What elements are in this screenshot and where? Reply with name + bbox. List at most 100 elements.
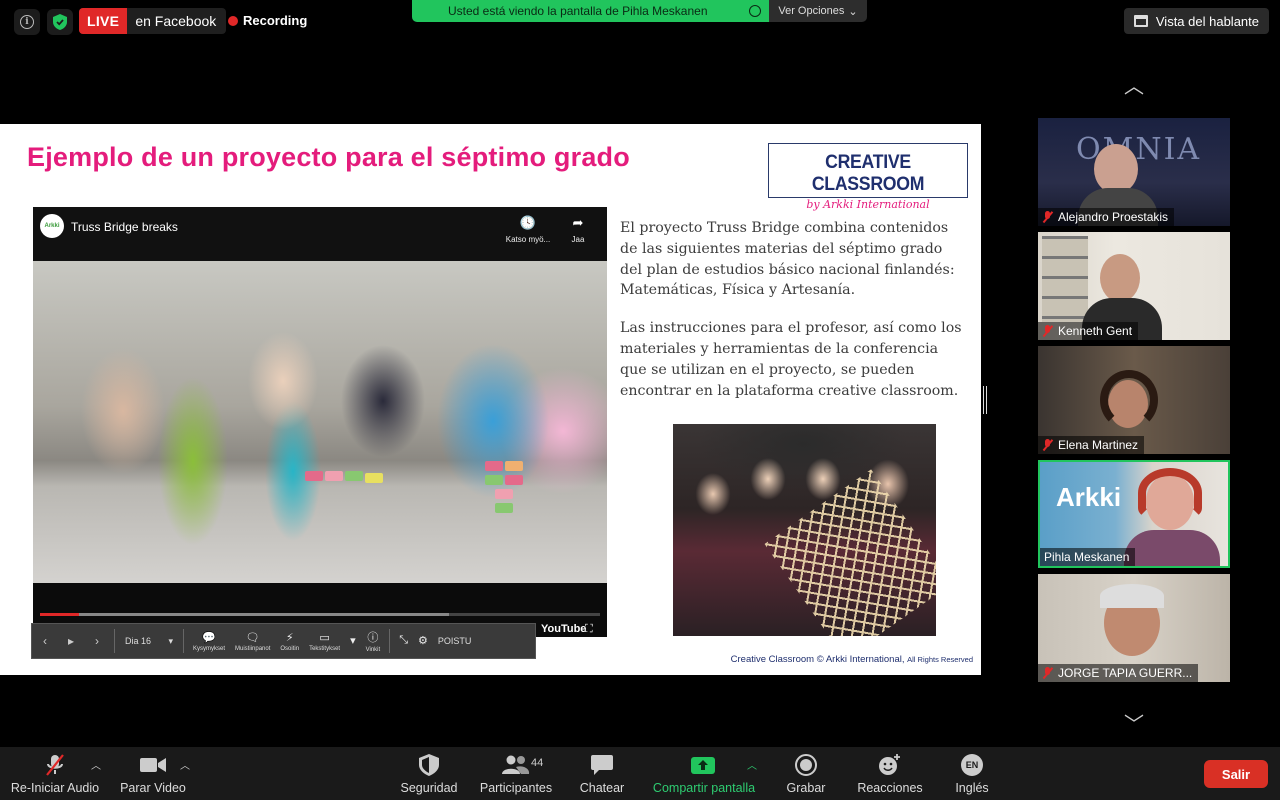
gallery-up-icon[interactable]: ︿ — [1117, 70, 1151, 98]
meeting-info-button[interactable]: i — [14, 9, 40, 35]
subtitles-label: Tekstitykset — [309, 645, 341, 652]
security-button[interactable]: Seguridad — [398, 747, 460, 800]
mic-muted-icon — [1042, 667, 1053, 679]
video-options-icon[interactable]: ︿ — [180, 757, 190, 772]
participant-hair — [1138, 468, 1202, 518]
video-progress-bar[interactable] — [40, 613, 600, 616]
info-icon: i — [20, 15, 34, 29]
play-icon[interactable]: ▸ — [58, 634, 84, 648]
participant-tile[interactable]: Kenneth Gent — [1038, 232, 1230, 340]
leave-meeting-button[interactable]: Salir — [1204, 760, 1268, 788]
previous-slide-icon[interactable]: ‹ — [32, 634, 58, 648]
watch-later-button[interactable]: 🕓 Katso myö... — [503, 215, 553, 244]
notes-icon: 🗨 — [245, 631, 260, 644]
participant-face — [1094, 144, 1138, 194]
bridge-blocks — [305, 461, 535, 521]
video-button[interactable]: Parar Video — [118, 747, 188, 800]
fullscreen-icon[interactable]: ⛶ — [585, 623, 593, 636]
chat-bubble-icon — [591, 752, 613, 778]
status-circle-icon — [749, 5, 761, 17]
layout-icon — [1133, 15, 1148, 27]
tips-button[interactable]: ⓘ Vinkit — [361, 623, 386, 659]
view-options-button[interactable]: Ver Opciones ⌄ — [769, 0, 867, 22]
participant-name: JORGE TAPIA GUERR... — [1058, 666, 1193, 680]
footer-rights: All Rights Reserved — [907, 655, 973, 664]
participant-tile[interactable]: JORGE TAPIA GUERR... — [1038, 574, 1230, 682]
recording-dot-icon — [228, 15, 238, 26]
settings-button[interactable]: ⚙ — [413, 623, 433, 659]
embedded-video-player[interactable]: Arkki Truss Bridge breaks 🕓 Katso myö...… — [33, 207, 607, 637]
live-stream-indicator[interactable]: LIVE en Facebook — [79, 8, 227, 34]
participant-body — [1124, 530, 1220, 566]
live-badge: LIVE — [79, 8, 128, 34]
arkki-banner-text: Arkki — [1056, 482, 1122, 512]
record-label: Grabar — [786, 781, 826, 795]
tips-label: Vinkit — [365, 647, 381, 653]
participant-tile[interactable]: Elena Martinez — [1038, 346, 1230, 454]
slide-selector[interactable]: Dia 16 ▾ — [119, 636, 179, 647]
video-title[interactable]: Truss Bridge breaks — [71, 220, 178, 234]
share-label: Jaa — [571, 235, 585, 244]
participant-tile-active-speaker[interactable]: Arkki Pihla Meskanen — [1038, 460, 1230, 568]
participants-label: Participantes — [479, 781, 553, 795]
laser-pointer-icon: ⚡ — [285, 631, 294, 644]
split-view-handle[interactable] — [983, 386, 987, 414]
pointer-button[interactable]: ⚡ Osoitin — [275, 623, 304, 659]
divider — [183, 629, 184, 653]
participants-button[interactable]: Participantes — [476, 747, 556, 800]
subtitles-button[interactable]: ▭ Tekstitykset — [304, 623, 345, 659]
shrink-button[interactable]: ⤡ — [394, 623, 413, 659]
record-button[interactable]: Grabar — [780, 747, 832, 800]
chat-button[interactable]: Chatear — [576, 747, 628, 800]
live-platform: en Facebook — [135, 13, 217, 29]
share-options-icon[interactable]: ︿ — [747, 757, 757, 772]
notes-label: Muistiinpanot — [235, 645, 271, 652]
exit-button[interactable]: POISTU — [433, 623, 477, 659]
next-slide-icon[interactable]: › — [84, 634, 110, 648]
mic-muted-icon — [1042, 211, 1053, 223]
participant-name-bar: Alejandro Proestakis — [1038, 208, 1175, 226]
played-bar — [40, 613, 80, 616]
slide-title: Ejemplo de un proyecto para el séptimo g… — [27, 142, 630, 172]
top-bar: i LIVE en Facebook Recording Usted está … — [0, 0, 1280, 42]
participant-name: Pihla Meskanen — [1044, 550, 1130, 564]
truss-bridge-model — [764, 469, 936, 636]
language-code: EN — [961, 754, 983, 776]
interpretation-button[interactable]: EN Inglés — [947, 747, 997, 800]
share-arrow-icon: ➦ — [572, 215, 584, 230]
notes-button[interactable]: 🗨 Muistiinpanot — [230, 623, 275, 659]
mic-muted-icon — [43, 752, 67, 778]
slide-number-label: Dia 16 — [125, 635, 152, 646]
youtube-logo[interactable]: YouTube — [541, 623, 586, 635]
meeting-toolbar: Re-Iniciar Audio ︿ Parar Video ︿ Segurid… — [0, 747, 1280, 800]
audio-options-icon[interactable]: ︿ — [91, 757, 101, 772]
shield-icon — [419, 752, 439, 778]
recording-label: Recording — [243, 13, 308, 28]
participant-hair — [1100, 584, 1164, 608]
emoji-plus-icon — [878, 752, 902, 778]
subtitles-menu-button[interactable]: ▾ — [345, 623, 361, 659]
buffered-bar — [40, 613, 449, 616]
participant-hair — [1100, 370, 1158, 430]
speaker-view-label: Vista del hablante — [1155, 13, 1259, 29]
screen-share-banner: Usted está viendo la pantalla de Pihla M… — [412, 0, 867, 22]
subtitles-icon: ▭ — [319, 631, 330, 644]
camera-icon — [140, 752, 166, 778]
gear-icon: ⚙ — [418, 634, 428, 647]
slide-paragraph-1: El proyecto Truss Bridge combina conteni… — [620, 220, 955, 299]
questions-button[interactable]: 💬 Kysymykset — [188, 623, 230, 659]
recording-indicator[interactable]: Recording — [228, 13, 307, 28]
channel-logo[interactable]: Arkki — [40, 214, 64, 238]
speaker-view-button[interactable]: Vista del hablante — [1123, 8, 1269, 34]
audio-button[interactable]: Re-Iniciar Audio — [10, 747, 100, 800]
share-screen-button[interactable]: Compartir pantalla — [648, 747, 760, 800]
participant-name: Kenneth Gent — [1058, 324, 1133, 338]
reactions-button[interactable]: Reacciones — [853, 747, 927, 800]
video-frame[interactable] — [33, 261, 607, 583]
gallery-down-icon[interactable]: ﹀ — [1117, 708, 1151, 736]
share-button[interactable]: ➦ Jaa — [563, 215, 593, 244]
questions-label: Kysymykset — [193, 645, 226, 652]
participant-name-bar: Elena Martinez — [1038, 436, 1145, 454]
encryption-button[interactable] — [47, 9, 73, 35]
participant-tile[interactable]: OMNIA Alejandro Proestakis — [1038, 118, 1230, 226]
